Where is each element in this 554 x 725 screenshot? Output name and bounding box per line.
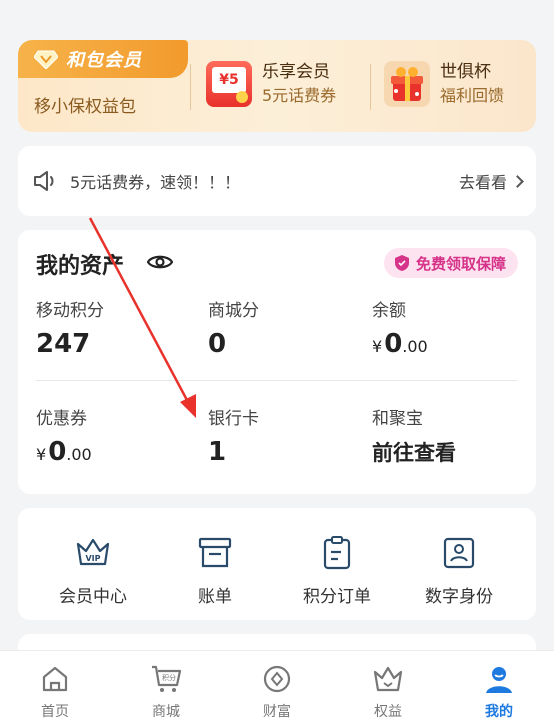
quick-points-orders[interactable]: 积分订单 [282,536,392,607]
bill-box-icon [198,537,232,568]
tab-wealth[interactable]: 财富 [237,663,317,721]
asset-hejubao[interactable]: 和聚宝 前往查看 [372,404,456,467]
crown-icon [373,666,403,692]
svg-text:VIP: VIP [85,554,100,563]
asset-value: 1 [208,437,227,467]
asset-value: 247 [36,329,91,359]
tab-label: 财富 [263,704,291,720]
chevron-right-icon [511,174,524,188]
asset-label: 移动积分 [36,301,104,321]
asset-value: ¥0.00 [36,437,92,467]
asset-coupons[interactable]: 优惠券 ¥0.00 [36,404,92,467]
asset-mall-points[interactable]: 商城分 0 [208,296,259,359]
member-subtitle[interactable]: 移小保权益包 [34,92,136,117]
shield-icon [394,255,409,271]
coupon-value: ¥5 [212,67,246,93]
quick-label: 账单 [198,587,232,607]
asset-bank-card[interactable]: 银行卡 1 [208,404,259,467]
tab-home[interactable]: 首页 [15,663,95,721]
top-bar [0,0,554,44]
tab-label: 我的 [485,704,513,720]
eye-icon[interactable] [146,252,174,272]
asset-mobile-points[interactable]: 移动积分 247 [36,296,104,359]
gift-box-icon [384,61,430,107]
bottom-tab-bar: 首页 积分 商城 财富 权益 我的 [0,650,554,725]
promo-subtitle: 福利回馈 [440,86,505,105]
diamond-icon [34,49,58,69]
hebao-title: 和包会员 [66,50,142,71]
tab-mall[interactable]: 积分 商城 [126,663,206,721]
promo-subtitle: 5元话费券 [262,86,337,105]
go-see-link[interactable]: 去看看 [458,169,524,193]
home-icon [42,666,68,692]
clipboard-icon [323,536,351,570]
cart-icon: 积分 [152,665,182,692]
free-protection-button[interactable]: 免费领取保障 [383,248,518,278]
asset-balance[interactable]: 余额 ¥0.00 [372,296,428,359]
coin-dot [236,91,248,103]
divider [36,380,518,381]
id-card-icon [443,537,475,569]
hebao-member-badge[interactable]: 和包会员 [18,40,188,78]
divider [370,64,371,110]
my-assets-card: 我的资产 免费领取保障 移动积分 247 商城分 0 余额 ¥0.00 优惠券 … [18,230,536,494]
tab-label: 权益 [374,704,402,720]
quick-label: 会员中心 [59,587,127,607]
asset-label: 余额 [372,301,406,321]
quick-member-center[interactable]: VIP 会员中心 [38,536,148,607]
promo-title: 世俱杯 [440,62,491,82]
asset-value: 0 [208,329,227,359]
tab-label: 首页 [41,704,69,720]
quick-label: 数字身份 [425,587,493,607]
asset-label: 优惠券 [36,409,87,429]
free-protection-label: 免费领取保障 [415,254,506,273]
tab-rights[interactable]: 权益 [348,663,428,721]
quick-digital-identity[interactable]: 数字身份 [404,536,514,607]
promo-title: 乐享会员 [262,62,330,82]
notice-text: 5元话费券，速领！！！ [70,173,241,192]
quick-label: 积分订单 [303,587,371,607]
wealth-icon [263,665,291,693]
tab-mine[interactable]: 我的 [459,663,539,721]
profile-icon [486,667,512,693]
assets-title: 我的资产 [36,254,125,279]
quick-bill[interactable]: 账单 [160,536,270,607]
asset-label: 和聚宝 [372,409,423,429]
tab-label: 商城 [152,704,180,720]
coupon-icon: ¥5 [206,61,252,107]
quick-links-card: VIP 会员中心 账单 积分订单 数字身份 [18,508,536,620]
svg-text:积分: 积分 [162,673,176,682]
notice-bar[interactable]: 5元话费券，速领！！！ 去看看 [18,146,536,216]
asset-label: 银行卡 [208,409,259,429]
promo-lexiang[interactable]: ¥5 乐享会员 5元话费券 [206,60,336,108]
go-see-label: 去看看 [458,173,507,192]
asset-label: 商城分 [208,301,259,321]
asset-value: ¥0.00 [372,329,428,359]
member-banner[interactable]: 和包会员 移小保权益包 ¥5 乐享会员 5元话费券 世俱杯 福利回馈 [18,40,536,132]
divider [190,64,191,110]
go-view-link[interactable]: 前往查看 [372,437,456,467]
promo-club-cup[interactable]: 世俱杯 福利回馈 [384,60,504,108]
speaker-icon [34,171,54,191]
vip-crown-icon: VIP [76,538,110,566]
